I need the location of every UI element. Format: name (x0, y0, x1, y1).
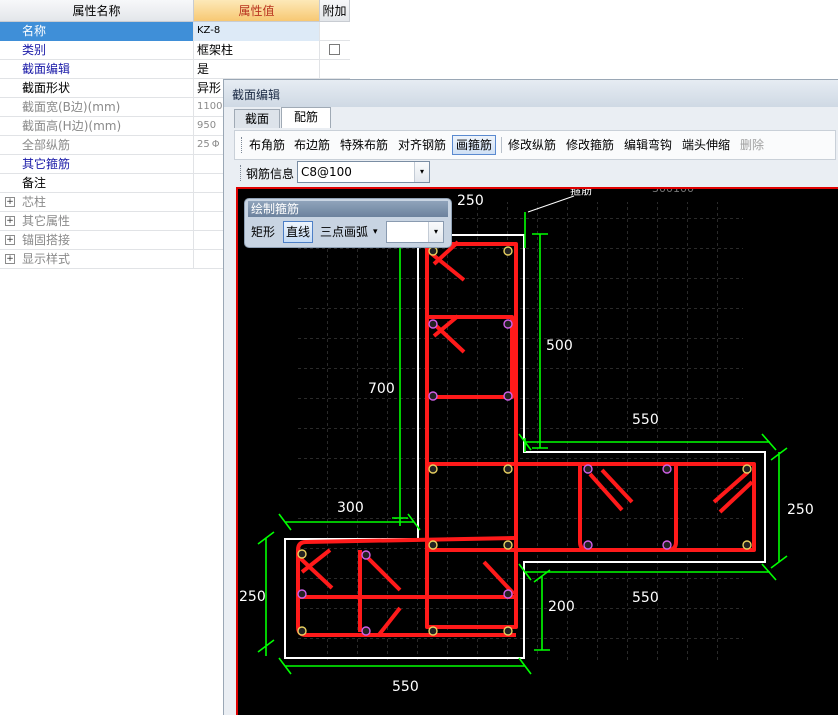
dim-text-right-top: 550 (632, 412, 659, 428)
prop-label: 锚固搭接 (0, 231, 194, 250)
toolbar-separator (501, 137, 502, 153)
faint-label: 300100 (652, 189, 694, 195)
prop-extra (320, 60, 350, 79)
prop-label: 名称 (0, 22, 194, 41)
prop-label: 其它箍筋 (0, 155, 194, 174)
line-button[interactable]: 直线 (283, 221, 314, 243)
prop-row-category[interactable]: 类别 框架柱 (0, 41, 350, 60)
rebar-info-value: C8@100 (301, 165, 352, 179)
rebar-info-bar: 钢筋信息 C8@100 ▾ (234, 160, 836, 186)
dim-text-right-bottom: 550 (632, 590, 659, 606)
header-property-name: 属性名称 (0, 0, 194, 22)
prop-row-section-edit[interactable]: 截面编辑 是 (0, 60, 350, 79)
rebar-info-label: 钢筋信息 (246, 167, 295, 181)
draw-stirrup-panel: 绘制箍筋 矩形 直线 三点画弧 ▾ ▾ (244, 198, 452, 248)
rebar-info-combo[interactable]: C8@100 ▾ (297, 161, 430, 183)
tab-reinforcement[interactable]: 配筋 (281, 107, 331, 128)
prop-label: 显示样式 (0, 250, 194, 269)
header-property-value: 属性值 (194, 0, 320, 22)
prop-label: 截面形状 (0, 79, 194, 98)
modify-longitudinal-button[interactable]: 修改纵筋 (508, 135, 556, 155)
edit-hook-button[interactable]: 编辑弯钩 (624, 135, 672, 155)
dim-text-left-height: 250 (239, 589, 266, 605)
toolbar-grip[interactable] (241, 137, 244, 153)
corner-rebar-button[interactable]: 布角筋 (249, 135, 285, 155)
prop-label: 类别 (0, 41, 194, 60)
prop-label: 截面高(H边)(mm) (0, 117, 194, 136)
chevron-down-icon[interactable]: ▾ (428, 222, 443, 242)
prop-extra (320, 22, 350, 41)
background-grid (298, 202, 743, 662)
dim-text-bottom-width: 550 (392, 679, 419, 695)
section-drawing[interactable]: 250 500 700 550 300 250 250 200 550 550 … (238, 189, 838, 715)
checkbox[interactable] (329, 44, 340, 55)
prop-label: 备注 (0, 174, 194, 193)
tab-section[interactable]: 截面 (234, 109, 280, 128)
prop-label: 全部纵筋 (0, 136, 194, 155)
three-point-arc-button[interactable]: 三点画弧 (320, 221, 368, 243)
end-extend-button[interactable]: 端头伸缩 (682, 135, 730, 155)
prop-label: 芯柱 (0, 193, 194, 212)
dim-text-right-height: 250 (787, 502, 814, 518)
chevron-down-icon[interactable]: ▾ (414, 162, 429, 182)
edge-rebar-button[interactable]: 布边筋 (294, 135, 330, 155)
prop-label: 截面宽(B边)(mm) (0, 98, 194, 117)
draw-stirrup-button[interactable]: 画箍筋 (452, 135, 497, 155)
prop-label: 其它属性 (0, 212, 194, 231)
rectangle-button[interactable]: 矩形 (251, 221, 275, 243)
align-rebar-button[interactable]: 对齐钢筋 (398, 135, 446, 155)
dim-text-bottom-drop: 200 (548, 599, 575, 615)
prop-extra (320, 41, 350, 60)
chevron-down-icon[interactable]: ▾ (373, 221, 378, 243)
special-rebar-button[interactable]: 特殊布筋 (340, 135, 388, 155)
modify-stirrup-button[interactable]: 修改箍筋 (566, 135, 614, 155)
infobar-grip[interactable] (240, 165, 243, 181)
prop-row-name[interactable]: 名称 KZ-8 (0, 22, 350, 41)
dialog-title: 截面编辑 (224, 80, 838, 107)
dim-text-left-width: 300 (337, 500, 364, 516)
draw-option-combo[interactable]: ▾ (386, 221, 444, 243)
draw-panel-title: 绘制箍筋 (248, 201, 448, 217)
leader-label: 箍筋 (570, 189, 592, 197)
dim-text-top-width: 250 (457, 193, 484, 209)
delete-button[interactable]: 删除 (740, 135, 764, 155)
prop-value[interactable]: 是 (194, 60, 320, 79)
drawing-canvas[interactable]: 250 500 700 550 300 250 250 200 550 550 … (236, 187, 838, 715)
rebar-toolbar: 布角筋 布边筋 特殊布筋 对齐钢筋 画箍筋 修改纵筋 修改箍筋 编辑弯钩 端头伸… (234, 130, 836, 160)
prop-value[interactable]: 框架柱 (194, 41, 320, 60)
prop-value[interactable]: KZ-8 (194, 22, 320, 41)
dim-text-top-height: 500 (546, 338, 573, 354)
prop-label: 截面编辑 (0, 60, 194, 79)
header-extra: 附加 (320, 0, 350, 22)
dim-text-stem-height: 700 (368, 381, 395, 397)
